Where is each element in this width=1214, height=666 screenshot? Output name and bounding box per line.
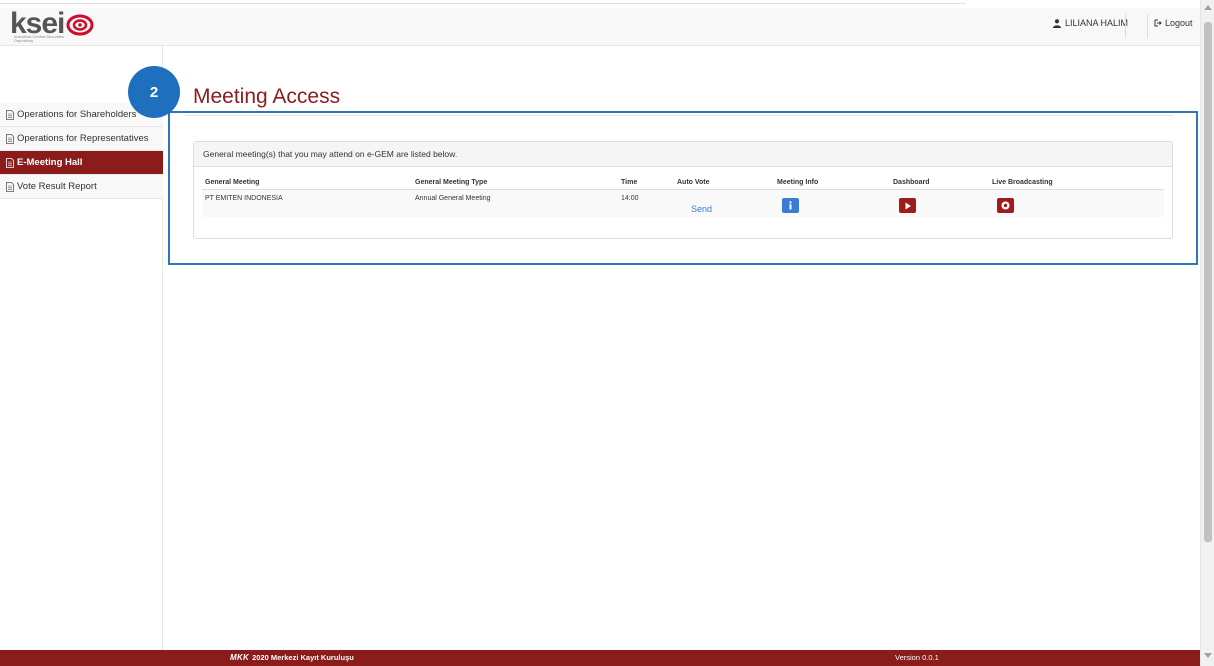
- page-title: Meeting Access: [193, 85, 341, 108]
- document-icon: [6, 181, 14, 192]
- sidebar: Operations for Shareholders Operations f…: [0, 46, 163, 650]
- sidebar-item-label: E-Meeting Hall: [17, 157, 83, 168]
- scrollbar-thumb[interactable]: [1204, 22, 1212, 542]
- user-name: LILIANA HALIM: [1064, 18, 1128, 28]
- logout-icon: [1154, 19, 1162, 27]
- footer-copyright: MKK 2020 Merkezi Kayıt Kuruluşu: [230, 653, 354, 662]
- sidebar-item-label: Operations for Shareholders: [17, 109, 137, 120]
- footer-copyright-text: 2020 Merkezi Kayıt Kuruluşu: [252, 653, 354, 662]
- document-icon: [6, 157, 14, 168]
- logout-button[interactable]: Logout: [1154, 18, 1193, 28]
- header-divider: [1125, 14, 1126, 38]
- step-badge: 2: [128, 66, 180, 118]
- top-divider: [0, 0, 966, 4]
- document-icon: [6, 133, 14, 144]
- document-icon: [6, 109, 14, 120]
- header-divider: [1147, 14, 1148, 38]
- sidebar-item-label: Operations for Representatives: [17, 133, 149, 144]
- logout-label: Logout: [1165, 18, 1193, 28]
- user-icon: [1052, 18, 1061, 28]
- scroll-down-icon[interactable]: [1204, 653, 1212, 658]
- page-scrollbar[interactable]: [1200, 0, 1214, 666]
- mkk-logo: MKK: [230, 653, 250, 662]
- top-navbar: ksei Indonesia Central Securities Deposi…: [0, 8, 1200, 46]
- logo-ring-icon: [66, 14, 94, 36]
- highlight-box: [168, 111, 1198, 265]
- sidebar-item-vote-result-report[interactable]: Vote Result Report: [0, 175, 163, 199]
- scroll-up-icon[interactable]: [1204, 5, 1212, 10]
- logo-subtitle: Indonesia Central Securities Depository: [14, 34, 65, 43]
- footer-version: Version 0.0.1: [895, 653, 939, 662]
- sidebar-item-operations-representatives[interactable]: Operations for Representatives: [0, 127, 163, 151]
- user-menu[interactable]: LILIANA HALIM: [1052, 18, 1128, 28]
- sidebar-item-e-meeting-hall[interactable]: E-Meeting Hall: [0, 151, 163, 175]
- sidebar-item-label: Vote Result Report: [17, 181, 97, 192]
- sidebar-nav: Operations for Shareholders Operations f…: [0, 103, 163, 199]
- footer: MKK 2020 Merkezi Kayıt Kuruluşu Version 0…: [0, 650, 1200, 666]
